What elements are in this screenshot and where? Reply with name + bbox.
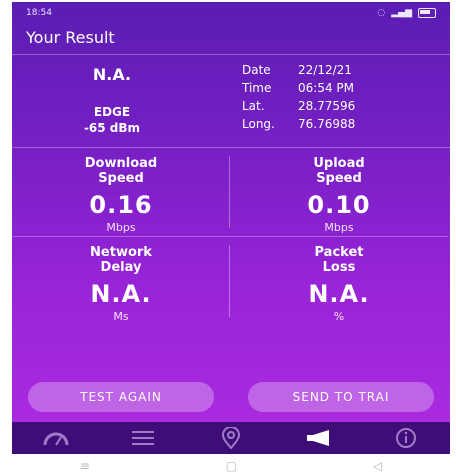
lat-row: Lat. 28.77596 <box>212 99 450 117</box>
list-icon[interactable] <box>123 424 163 452</box>
info-icon[interactable] <box>386 424 426 452</box>
info-panel: N.A. EDGE -65 dBm Date 22/12/21 Time 06:… <box>12 54 450 148</box>
upload-label: Upload Speed <box>230 148 448 186</box>
download-speed-card: Download Speed 0.16 Mbps <box>12 148 230 237</box>
time-value: 06:54 PM <box>298 81 354 95</box>
back-icon[interactable]: ◁ <box>373 459 382 473</box>
loss-label-line1: Packet <box>314 245 364 260</box>
phone-screen: 18:54 ◌ ▂▄▆ Your Result N.A. EDGE -65 dB… <box>12 2 450 454</box>
metrics-grid: Download Speed 0.16 Mbps Upload Speed 0.… <box>12 148 450 325</box>
loss-value: N.A. <box>308 280 370 308</box>
long-value: 76.76988 <box>298 117 356 131</box>
status-icons: ◌ ▂▄▆ <box>377 8 436 18</box>
upload-label-line1: Upload <box>313 156 365 171</box>
download-label-line2: Speed <box>98 171 144 186</box>
battery-icon <box>418 8 436 18</box>
upload-value: 0.10 <box>307 191 371 219</box>
lat-label: Lat. <box>242 99 265 113</box>
upload-speed-card: Upload Speed 0.10 Mbps <box>230 148 448 237</box>
upload-label-line2: Speed <box>316 171 362 186</box>
status-bar: 18:54 ◌ ▂▄▆ <box>12 2 450 24</box>
page-title: Your Result <box>26 28 115 47</box>
delay-unit: Ms <box>113 310 129 323</box>
home-icon[interactable]: ▢ <box>226 459 237 473</box>
speedometer-icon[interactable] <box>36 424 76 452</box>
time-label: Time <box>242 81 272 95</box>
time-row: Time 06:54 PM <box>212 81 450 99</box>
signal-strength: -65 dBm <box>83 121 141 135</box>
delay-label: Network Delay <box>12 237 230 275</box>
lat-value: 28.77596 <box>298 99 356 113</box>
loss-label: Packet Loss <box>230 237 448 275</box>
upload-unit: Mbps <box>324 221 354 234</box>
download-value: 0.16 <box>89 191 153 219</box>
action-buttons: TEST AGAIN SEND TO TRAI <box>12 382 450 412</box>
send-to-trai-button[interactable]: SEND TO TRAI <box>248 382 434 412</box>
delay-label-line2: Delay <box>100 260 142 275</box>
date-row: Date 22/12/21 <box>212 63 450 81</box>
network-delay-card: Network Delay N.A. Ms <box>12 237 230 325</box>
system-nav-bar: ≡ ▢ ◁ <box>12 456 450 475</box>
recents-icon[interactable]: ≡ <box>80 459 90 473</box>
download-label: Download Speed <box>12 148 230 186</box>
megaphone-icon[interactable] <box>299 424 339 452</box>
loss-unit: % <box>333 310 345 323</box>
operator-block: N.A. EDGE -65 dBm <box>12 55 212 147</box>
test-again-button[interactable]: TEST AGAIN <box>28 382 214 412</box>
operator-name: N.A. <box>92 65 132 84</box>
delay-label-line1: Network <box>90 245 152 260</box>
download-label-line1: Download <box>84 156 158 171</box>
date-value: 22/12/21 <box>298 63 352 77</box>
download-unit: Mbps <box>106 221 136 234</box>
network-info: EDGE -65 dBm <box>84 104 140 136</box>
long-row: Long. 76.76988 <box>212 117 450 135</box>
date-label: Date <box>242 63 271 77</box>
bottom-tab-bar <box>12 422 450 454</box>
location-pin-icon[interactable] <box>211 424 251 452</box>
status-time: 18:54 <box>26 8 52 18</box>
meta-block: Date 22/12/21 Time 06:54 PM Lat. 28.7759… <box>212 55 450 147</box>
wifi-icon: ◌ <box>377 8 386 18</box>
signal-icon: ▂▄▆ <box>391 8 412 18</box>
network-type: EDGE <box>93 105 131 119</box>
long-label: Long. <box>242 117 275 131</box>
delay-value: N.A. <box>90 280 152 308</box>
packet-loss-card: Packet Loss N.A. % <box>230 237 448 325</box>
loss-label-line2: Loss <box>322 260 356 275</box>
